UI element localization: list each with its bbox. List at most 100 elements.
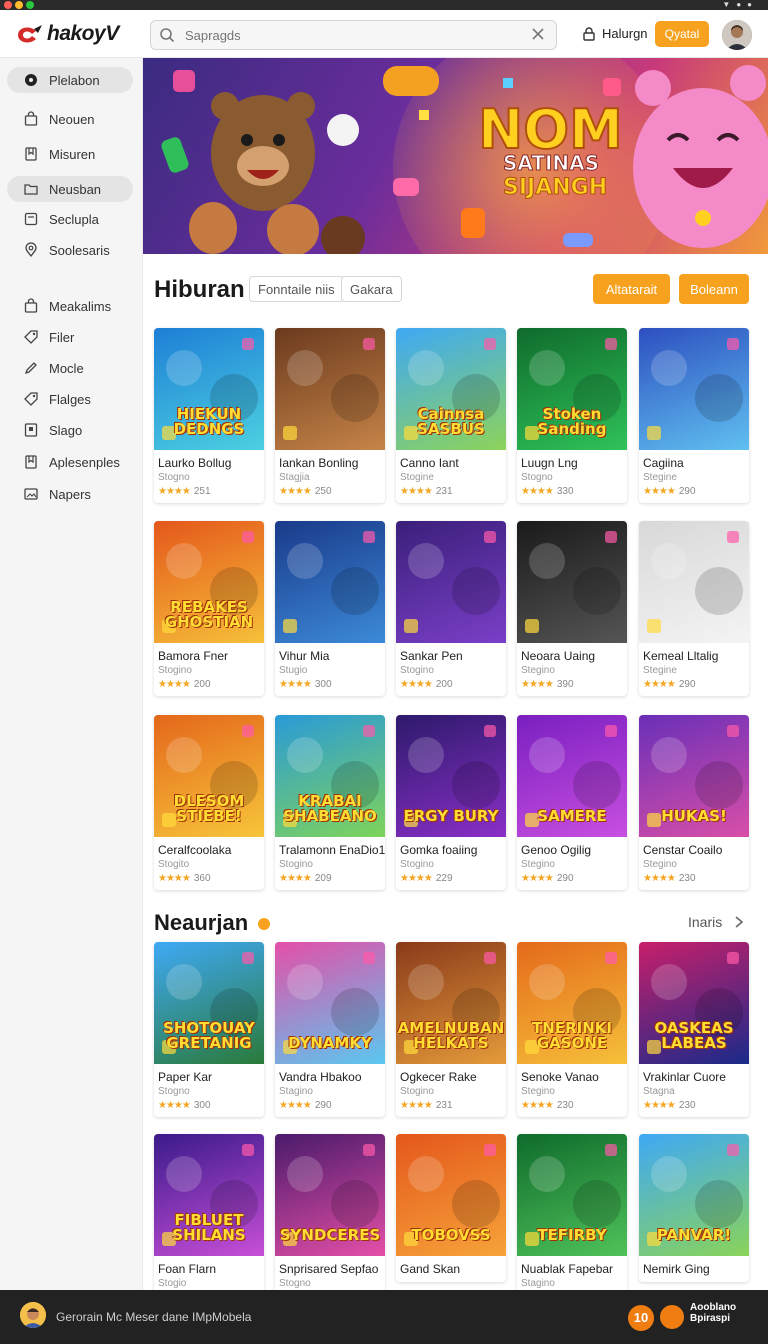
game-thumbnail[interactable]: Stoken Sanding xyxy=(517,328,627,450)
game-card[interactable]: TNERINKI GASONE Senoke Vanao Stegino ★★★★ 23… xyxy=(517,942,627,1117)
sidebar-item-1[interactable]: Neouen xyxy=(7,106,133,132)
app-logo[interactable]: hakoyV xyxy=(14,22,119,46)
game-card[interactable]: SYNDCERES Snprisared Sepfao Stogno xyxy=(275,1134,385,1295)
header-primary-button[interactable]: Qyatal xyxy=(655,21,709,47)
search-input[interactable] xyxy=(185,25,525,45)
game-thumbnail[interactable]: OASKEAS LABEAS xyxy=(639,942,749,1064)
game-thumbnail[interactable] xyxy=(639,521,749,643)
game-thumbnail[interactable]: ERGY BURY xyxy=(396,715,506,837)
game-thumbnail[interactable]: DYNAMKY xyxy=(275,942,385,1064)
game-card[interactable]: FIBLUET SHILANS Foan Flarn Stogio xyxy=(154,1134,264,1295)
game-subtitle: Stogno xyxy=(158,1086,190,1097)
game-card[interactable]: ERGY BURY Gomka foaiing Stogino ★★★★ 229 xyxy=(396,715,506,890)
game-card[interactable]: HIEKUN DEDNGS Laurko Bollug Stogno ★★★★ 251 xyxy=(154,328,264,503)
game-title: Gomka foaiing xyxy=(400,843,478,857)
game-card[interactable]: Vihur Mia Stugio ★★★★ 300 xyxy=(275,521,385,696)
sidebar-item-11[interactable]: Aplesenples xyxy=(7,449,133,475)
game-thumbnail[interactable]: KRABAI SHABEANO xyxy=(275,715,385,837)
game-thumbnail[interactable]: TNERINKI GASONE xyxy=(517,942,627,1064)
game-card[interactable]: Cagiina Stegine ★★★★ 290 xyxy=(639,328,749,503)
game-card[interactable]: Iankan Bonling Stagjia ★★★★ 250 xyxy=(275,328,385,503)
game-thumbnail[interactable]: PANVAR! xyxy=(639,1134,749,1256)
game-card[interactable]: AMELNUBAN HELKATS Ogkecer Rake Stogino ★★★★… xyxy=(396,942,506,1117)
game-card[interactable]: HUKAS! Censtar Coailo Stegino ★★★★ 230 xyxy=(639,715,749,890)
tag-icon xyxy=(24,330,38,344)
user-avatar[interactable] xyxy=(722,20,752,50)
game-card[interactable]: Cainnsa SASBUS Canno Iant Stogine ★★★★ 231 xyxy=(396,328,506,503)
game-thumbnail[interactable]: FIBLUET SHILANS xyxy=(154,1134,264,1256)
minimize-window-icon[interactable] xyxy=(15,1,23,9)
sidebar-item-6[interactable]: Meakalims xyxy=(7,293,133,319)
game-thumbnail[interactable] xyxy=(517,521,627,643)
game-subtitle: Stagjia xyxy=(279,472,310,483)
game-card[interactable]: OASKEAS LABEAS Vrakinlar Cuore Stagna ★★★★ 2… xyxy=(639,942,749,1117)
game-card[interactable]: TOBOVSS Gand Skan xyxy=(396,1134,506,1282)
game-card[interactable]: DLESOM STIEBE! Ceralfcoolaka Stogito ★★★★ 36… xyxy=(154,715,264,890)
game-thumbnail[interactable]: HIEKUN DEDNGS xyxy=(154,328,264,450)
clear-search-icon[interactable] xyxy=(530,26,546,42)
sidebar-item-7[interactable]: Filer xyxy=(7,324,133,350)
sidebar-item-8[interactable]: Mocle xyxy=(7,355,133,381)
sidebar-item-12[interactable]: Napers xyxy=(7,481,133,507)
maximize-window-icon[interactable] xyxy=(26,1,34,9)
sidebar-item-10[interactable]: Slago xyxy=(7,417,133,443)
game-thumbnail[interactable]: SAMERE xyxy=(517,715,627,837)
game-thumbnail-title: DYNAMKY xyxy=(288,1034,372,1053)
sidebar-item-3[interactable]: Neusban xyxy=(7,176,133,202)
bag-icon xyxy=(24,111,38,126)
sidebar-item-0[interactable]: Plelabon xyxy=(7,67,133,93)
sidebar-item-label: Meakalims xyxy=(49,298,112,314)
sidebar-item-label: Slago xyxy=(49,422,83,438)
game-thumbnail[interactable]: Cainnsa SASBUS xyxy=(396,328,506,450)
banner-subtitle-1: SATINAS xyxy=(503,151,599,175)
game-card[interactable]: TEFIRBY Nuablak Fapebar Stagino xyxy=(517,1134,627,1295)
game-thumbnail[interactable] xyxy=(396,521,506,643)
sidebar-item-label: Neusban xyxy=(49,181,102,197)
search-bar[interactable] xyxy=(150,20,557,50)
game-subtitle: Stogino xyxy=(400,1086,434,1097)
filter-chip-1[interactable]: Fonntaile niis xyxy=(249,276,344,302)
game-thumbnail[interactable]: SHOTOUAY GRETANIG xyxy=(154,942,264,1064)
game-card[interactable]: Kemeal Lltalig Stegine ★★★★ 290 xyxy=(639,521,749,696)
game-thumbnail[interactable]: SYNDCERES xyxy=(275,1134,385,1256)
bottom-bar: Gerorain Mc Meser dane IMpMobela 10 Aoob… xyxy=(0,1290,768,1344)
close-window-icon[interactable] xyxy=(4,1,12,9)
game-thumbnail[interactable]: HUKAS! xyxy=(639,715,749,837)
rating-stars-icon: ★★★★ xyxy=(400,486,433,497)
game-card[interactable]: DYNAMKY Vandra Hbakoo Stagino ★★★★ 290 xyxy=(275,942,385,1117)
game-thumbnail[interactable]: AMELNUBAN HELKATS xyxy=(396,942,506,1064)
sidebar-item-label: Neouen xyxy=(49,111,95,127)
game-card[interactable]: SHOTOUAY GRETANIG Paper Kar Stogno ★★★★ 300 xyxy=(154,942,264,1117)
game-thumbnail[interactable]: TOBOVSS xyxy=(396,1134,506,1256)
game-card[interactable]: Sankar Pen Stogino ★★★★ 200 xyxy=(396,521,506,696)
game-card[interactable]: REBAKES GHOSTIAN Bamora Fner Stogino ★★★★ 20… xyxy=(154,521,264,696)
game-thumbnail[interactable] xyxy=(639,328,749,450)
hero-banner[interactable]: NOM SATINAS SIJANGH xyxy=(143,58,768,254)
game-card[interactable]: SAMERE Genoo Ogilig Stegino ★★★★ 290 xyxy=(517,715,627,890)
sidebar-item-2[interactable]: Misuren xyxy=(7,141,133,167)
sidebar-item-label: Aplesenples xyxy=(49,454,120,470)
bottom-badge[interactable]: 10 xyxy=(628,1305,654,1331)
rating-count: 300 xyxy=(314,679,332,690)
section1-button-2[interactable]: Boleann xyxy=(679,274,749,304)
sidebar-item-5[interactable]: Soolesaris xyxy=(7,237,133,263)
game-thumbnail[interactable]: DLESOM STIEBE! xyxy=(154,715,264,837)
sidebar-item-9[interactable]: Flalges xyxy=(7,386,133,412)
sidebar-item-4[interactable]: Seclupla xyxy=(7,206,133,232)
game-thumbnail[interactable]: TEFIRBY xyxy=(517,1134,627,1256)
filter-chip-2[interactable]: Gakara xyxy=(341,276,402,302)
rating-count: 230 xyxy=(678,1100,696,1111)
section1-button-1[interactable]: Altatarait xyxy=(593,274,670,304)
game-card[interactable]: KRABAI SHABEANO Tralamonn EnaDio1 Stogino ★… xyxy=(275,715,385,890)
rating-count: 360 xyxy=(193,873,211,884)
game-title: Tralamonn EnaDio1 xyxy=(279,843,385,857)
game-card[interactable]: Stoken Sanding Luugn Lng Stogno ★★★★ 330 xyxy=(517,328,627,503)
game-card[interactable]: Neoara Uaing Stegino ★★★★ 390 xyxy=(517,521,627,696)
game-thumbnail[interactable] xyxy=(275,521,385,643)
game-card[interactable]: PANVAR! Nemirk Ging xyxy=(639,1134,749,1282)
header-lock-link[interactable]: Halurgn xyxy=(582,26,648,41)
game-thumbnail[interactable] xyxy=(275,328,385,450)
see-more-link[interactable]: Inaris xyxy=(688,914,744,930)
bottom-avatar[interactable] xyxy=(20,1302,46,1328)
game-thumbnail[interactable]: REBAKES GHOSTIAN xyxy=(154,521,264,643)
